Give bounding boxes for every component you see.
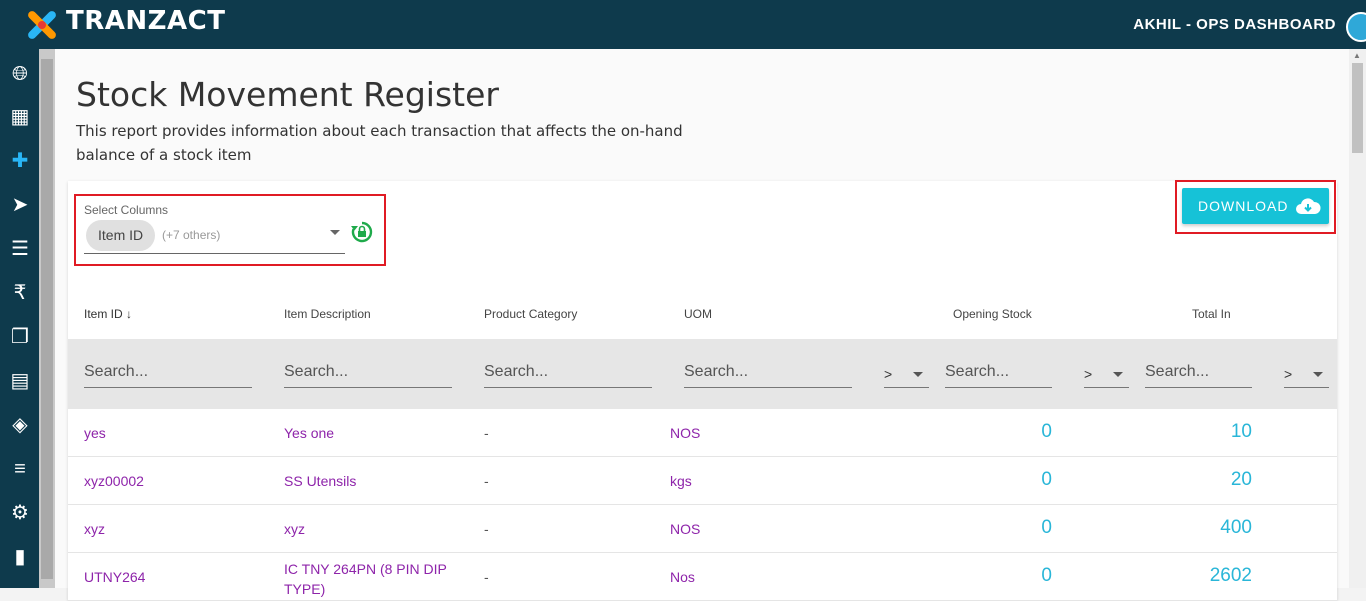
main-content: Stock Movement Register This report prov… <box>55 49 1349 601</box>
search-uom[interactable]: Search... <box>684 359 852 388</box>
cell-uom[interactable]: Nos <box>670 569 695 585</box>
download-label: DOWNLOAD <box>1198 198 1289 214</box>
table-row[interactable]: UTNY264 IC TNY 264PN (8 PIN DIP TYPE) - … <box>68 553 1337 601</box>
search-item-id[interactable]: Search... <box>84 359 252 388</box>
header-product-category[interactable]: Product Category <box>484 307 577 321</box>
cloud-download-icon <box>1296 198 1321 214</box>
page-scrollbar[interactable]: ▲ <box>1349 49 1366 588</box>
select-underline <box>84 253 345 254</box>
cell-uom[interactable]: NOS <box>670 521 700 537</box>
header-opening-stock[interactable]: Opening Stock <box>953 307 1032 321</box>
building-icon[interactable]: ▦ <box>7 104 33 130</box>
cell-item-id[interactable]: UTNY264 <box>84 569 145 585</box>
rupee-icon[interactable]: ₹ <box>7 280 33 306</box>
cell-description[interactable]: SS Utensils <box>284 473 356 489</box>
operator-select-total-in[interactable]: > <box>1084 361 1129 388</box>
cell-opening-stock: 0 <box>1041 565 1052 586</box>
brand-name[interactable]: TRANZACT <box>66 6 225 36</box>
tools-icon[interactable]: ⚙ <box>7 500 33 526</box>
operator-value: > <box>1284 366 1293 382</box>
cell-category: - <box>484 521 489 537</box>
globe-icon[interactable]: 🌐︎ <box>7 61 33 87</box>
cell-description[interactable]: Yes one <box>284 425 334 441</box>
page-title: Stock Movement Register <box>76 75 499 114</box>
cell-total-in: 20 <box>1230 469 1252 490</box>
cell-opening-stock: 0 <box>1041 517 1052 538</box>
documents-icon[interactable]: ❐ <box>7 324 33 350</box>
report-icon[interactable]: ▤ <box>7 368 33 394</box>
box-icon[interactable]: ◈ <box>7 412 33 438</box>
cell-opening-stock: 0 <box>1041 469 1052 490</box>
avatar[interactable] <box>1346 12 1366 42</box>
download-button[interactable]: DOWNLOAD <box>1182 188 1329 224</box>
more-columns-count: (+7 others) <box>162 228 221 242</box>
chevron-down-icon <box>1113 372 1123 377</box>
operator-value: > <box>884 366 893 382</box>
operator-select-next[interactable]: > <box>1284 361 1329 388</box>
page-description: This report provides information about e… <box>76 122 683 164</box>
cell-opening-stock: 0 <box>1041 421 1052 442</box>
top-bar: TRANZACT AKHIL - OPS DASHBOARD <box>0 0 1366 49</box>
table-row[interactable]: yes Yes one - NOS 0 10 <box>68 409 1337 457</box>
search-item-description[interactable]: Search... <box>284 359 452 388</box>
cell-total-in: 400 <box>1220 517 1252 538</box>
search-total-in[interactable]: Search... <box>1145 359 1252 388</box>
sidebar-scrollbar[interactable] <box>39 49 55 588</box>
header-item-description[interactable]: Item Description <box>284 307 371 321</box>
cell-uom[interactable]: NOS <box>670 425 700 441</box>
list-icon[interactable]: ☰ <box>7 236 33 262</box>
header-item-id[interactable]: Item ID ↓ <box>84 307 132 321</box>
table-header: Item ID ↓ Item Description Product Categ… <box>68 289 1337 340</box>
cell-total-in: 10 <box>1230 421 1252 442</box>
select-columns-highlight: Select Columns Item ID (+7 others) <box>74 194 386 266</box>
cell-total-in: 2602 <box>1209 565 1252 586</box>
cell-item-id[interactable]: xyz00002 <box>84 473 144 489</box>
table-row[interactable]: xyz xyz - NOS 0 400 <box>68 505 1337 553</box>
table-row[interactable]: xyz00002 SS Utensils - kgs 0 20 <box>68 457 1337 505</box>
scroll-up-icon[interactable]: ▲ <box>1353 51 1361 60</box>
select-columns-label: Select Columns <box>84 203 169 217</box>
search-opening-stock[interactable]: Search... <box>945 359 1052 388</box>
tranzact-logo-icon[interactable] <box>22 5 62 45</box>
lock-refresh-icon[interactable] <box>350 220 374 244</box>
header-uom[interactable]: UOM <box>684 307 712 321</box>
chevron-down-icon[interactable] <box>330 230 340 235</box>
plus-cross-icon[interactable]: ✚ <box>7 148 33 174</box>
user-dashboard-label[interactable]: AKHIL - OPS DASHBOARD <box>1133 16 1336 33</box>
send-icon[interactable]: ➤ <box>7 192 33 218</box>
sidebar: 🌐︎ ▦ ✚ ➤ ☰ ₹ ❐ ▤ ◈ ≡ ⚙ ▮ <box>0 49 39 588</box>
chevron-down-icon <box>1313 372 1323 377</box>
operator-value: > <box>1084 366 1093 382</box>
selected-column-chip[interactable]: Item ID <box>86 220 156 251</box>
cell-item-id[interactable]: xyz <box>84 521 105 537</box>
header-total-in[interactable]: Total In <box>1192 307 1231 321</box>
sidebar-scroll-thumb[interactable] <box>41 59 53 579</box>
sort-arrow-icon[interactable]: ↓ <box>126 307 132 321</box>
page-scroll-thumb[interactable] <box>1352 63 1363 153</box>
book-icon[interactable]: ▮ <box>7 544 33 570</box>
cell-category: - <box>484 473 489 489</box>
menu-arrow-icon[interactable]: ≡ <box>7 456 33 482</box>
report-card: Select Columns Item ID (+7 others) DOWNL… <box>68 180 1337 601</box>
cell-item-id[interactable]: yes <box>84 425 106 441</box>
header-item-id-label: Item ID <box>84 307 123 321</box>
chevron-down-icon <box>913 372 923 377</box>
cell-category: - <box>484 425 489 441</box>
filter-row: Search... Search... Search... Search... … <box>68 339 1337 409</box>
cell-uom[interactable]: kgs <box>670 473 692 489</box>
cell-category: - <box>484 569 489 585</box>
cell-description[interactable]: xyz <box>284 521 305 537</box>
operator-select-opening-stock[interactable]: > <box>884 361 929 388</box>
search-product-category[interactable]: Search... <box>484 359 652 388</box>
cell-description[interactable]: IC TNY 264PN (8 PIN DIP TYPE) <box>284 559 464 599</box>
download-highlight: DOWNLOAD <box>1175 180 1336 234</box>
